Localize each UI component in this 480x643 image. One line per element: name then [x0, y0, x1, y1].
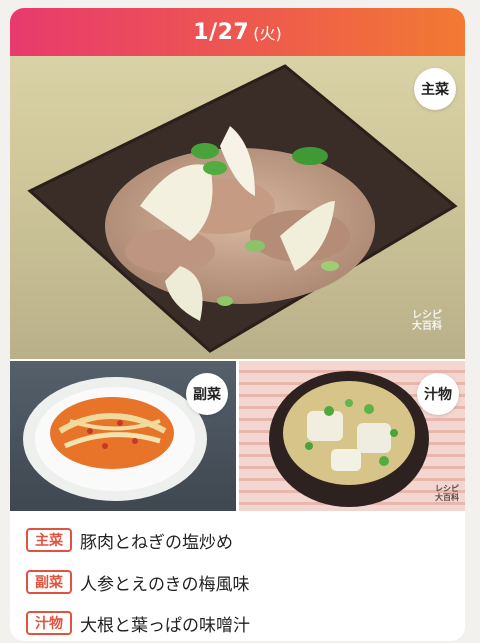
menu-row-side[interactable]: 副菜 人参とえのきの梅風味 [26, 568, 250, 596]
category-tag: 汁物 [26, 611, 72, 635]
main-dish-illustration [27, 64, 458, 353]
side-dish-badge: 副菜 [186, 373, 228, 415]
menu-row-main[interactable]: 主菜 豚肉とねぎの塩炒め [26, 526, 233, 554]
main-dish-badge-label: 主菜 [421, 82, 449, 98]
recipe-watermark: レシピ 大百科 [412, 310, 442, 332]
date-text: 1/27 [193, 19, 250, 45]
date-header: 1/27 (火) [10, 8, 465, 56]
soup-photo[interactable]: 汁物 レシピ 大百科 [239, 361, 465, 511]
main-dish-photo[interactable]: 主菜 レシピ 大百科 [10, 56, 465, 359]
main-dish-badge: 主菜 [414, 68, 456, 110]
menu-card[interactable]: 1/27 (火) 主菜 レシピ 大百科 副菜 汁物 レシピ 大百科 主菜 豚肉と… [10, 8, 465, 641]
watermark-line2: 大百科 [412, 321, 442, 332]
soup-badge: 汁物 [417, 373, 459, 415]
weekday-text: (火) [253, 24, 282, 43]
category-tag: 副菜 [26, 570, 72, 594]
soup-watermark-line2: 大百科 [435, 492, 459, 502]
side-dish-photo[interactable]: 副菜 [10, 361, 236, 511]
menu-row-soup[interactable]: 汁物 大根と葉っぱの味噌汁 [26, 609, 250, 637]
dish-name[interactable]: 大根と葉っぱの味噌汁 [80, 611, 250, 636]
dish-name[interactable]: 人参とえのきの梅風味 [80, 570, 250, 595]
soup-watermark: レシピ 大百科 [435, 484, 459, 503]
category-tag: 主菜 [26, 528, 72, 552]
watermark-line1: レシピ [412, 310, 442, 321]
soup-badge-label: 汁物 [424, 387, 452, 403]
side-dish-badge-label: 副菜 [193, 387, 221, 403]
dish-name[interactable]: 豚肉とねぎの塩炒め [80, 528, 233, 553]
